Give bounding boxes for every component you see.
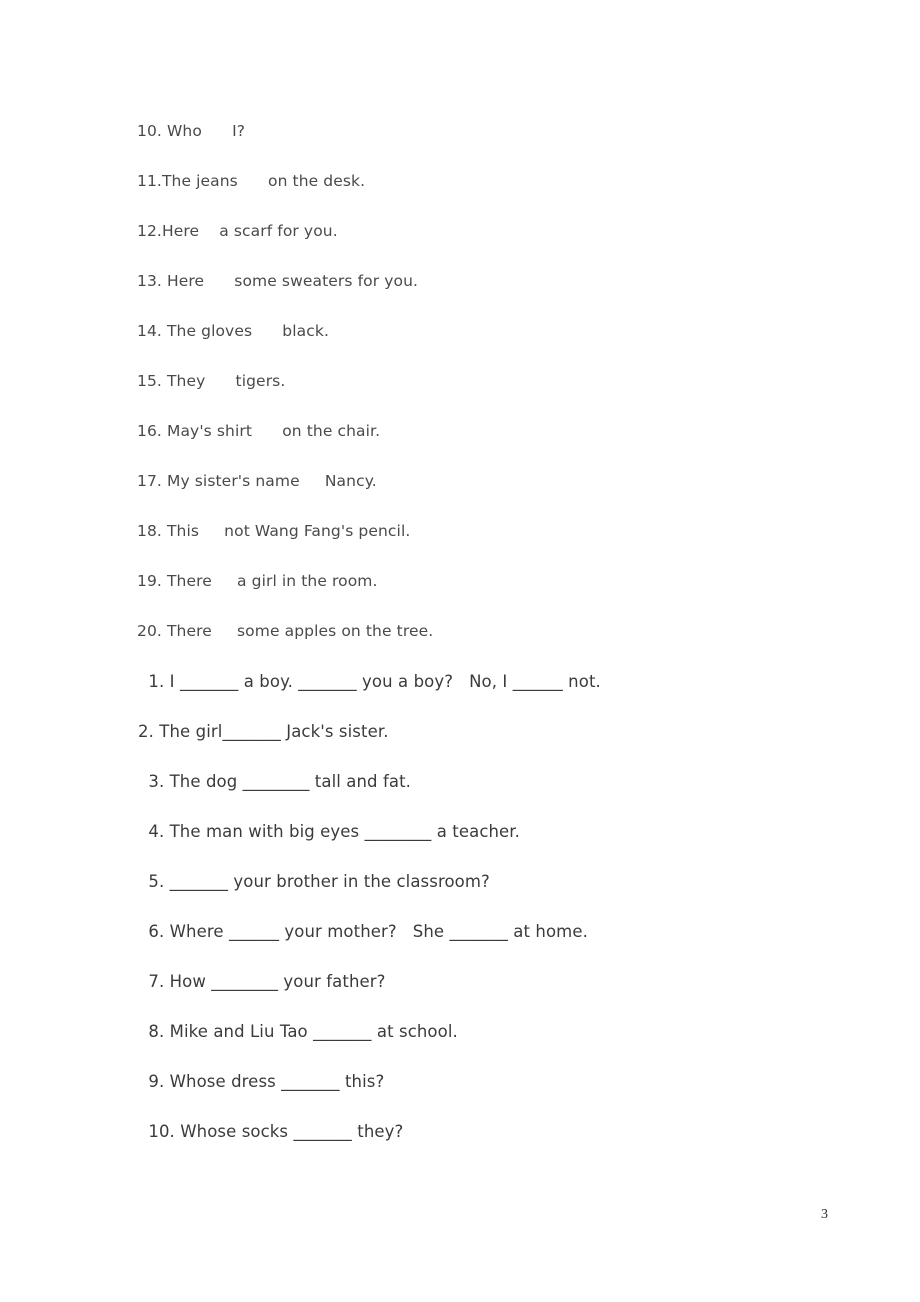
question-line: 12.Here a scarf for you.: [137, 222, 338, 240]
question-line: 9. Whose dress _______ this?: [143, 1072, 385, 1091]
question-line: 1. I _______ a boy. _______ you a boy? N…: [143, 672, 601, 691]
question-line: 15. They tigers.: [137, 372, 286, 390]
question-line: 8. Mike and Liu Tao _______ at school.: [143, 1022, 458, 1041]
question-line: 20. There some apples on the tree.: [137, 622, 434, 640]
exercise-section-one: 10. Who I? 11.The jeans on the desk. 12.…: [137, 106, 857, 656]
question-line: 4. The man with big eyes ________ a teac…: [143, 822, 521, 841]
question-line: 19. There a girl in the room.: [137, 572, 378, 590]
question-line: 6. Where ______ your mother? She _______…: [143, 922, 588, 941]
question-line: 7. How ________ your father?: [143, 972, 386, 991]
question-line: 16. May's shirt on the chair.: [137, 422, 381, 440]
question-line: 18. This not Wang Fang's pencil.: [137, 522, 411, 540]
question-line: 11.The jeans on the desk.: [137, 172, 366, 190]
question-line: 5. _______ your brother in the classroom…: [143, 872, 490, 891]
question-line: 2. The girl_______ Jack's sister.: [138, 722, 389, 741]
question-line: 10. Whose socks _______ they?: [143, 1122, 404, 1141]
document-page: 10. Who I? 11.The jeans on the desk. 12.…: [0, 0, 920, 1302]
question-line: 10. Who I?: [137, 122, 246, 140]
question-line: 14. The gloves black.: [137, 322, 329, 340]
exercise-section-two: 1. I _______ a boy. _______ you a boy? N…: [138, 657, 878, 1157]
page-number: 3: [821, 1207, 828, 1222]
question-line: 3. The dog ________ tall and fat.: [143, 772, 412, 791]
question-line: 17. My sister's name Nancy.: [137, 472, 377, 490]
question-line: 13. Here some sweaters for you.: [137, 272, 419, 290]
